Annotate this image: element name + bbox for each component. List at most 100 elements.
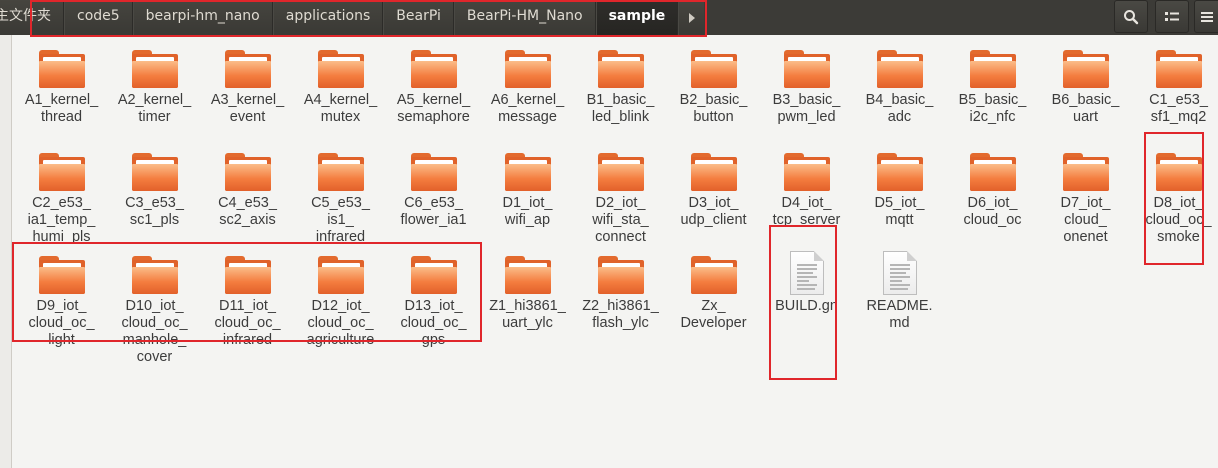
folder-item[interactable]: B5_basic_ i2c_nfc <box>946 35 1039 126</box>
breadcrumb-item[interactable]: bearpi-hm_nano <box>132 0 273 35</box>
folder-icon <box>225 256 271 294</box>
item-label: D8_iot_ cloud_oc_ smoke <box>1145 195 1212 245</box>
file-item[interactable]: README. md <box>853 241 946 332</box>
folder-icon <box>225 153 271 191</box>
item-label: D5_iot_ mqtt <box>874 195 925 228</box>
breadcrumb-item[interactable]: sample <box>595 0 679 35</box>
item-label: D2_iot_ wifi_sta_ connect <box>592 195 649 245</box>
folder-icon <box>318 50 364 88</box>
folder-item[interactable]: D10_iot_ cloud_oc_ manhole_ cover <box>108 241 201 366</box>
folder-icon <box>691 50 737 88</box>
folder-icon <box>598 256 644 294</box>
folder-item[interactable]: A1_kernel_ thread <box>15 35 108 126</box>
folder-item[interactable]: C3_e53_ sc1_pls <box>108 138 201 229</box>
breadcrumb-item[interactable]: BearPi <box>383 0 454 35</box>
folder-icon <box>598 50 644 88</box>
folder-item[interactable]: D2_iot_ wifi_sta_ connect <box>574 138 667 246</box>
folder-item[interactable]: C1_e53_ sf1_mq2 <box>1132 35 1218 126</box>
search-icon <box>1124 9 1139 24</box>
breadcrumb-item[interactable]: 主文件夹 <box>0 0 64 35</box>
item-label: Z1_hi3861_ uart_ylc <box>489 298 566 331</box>
item-label: Zx_ Developer <box>680 298 747 331</box>
folder-icon <box>877 50 923 88</box>
chevron-right-icon <box>688 12 695 23</box>
folder-icon <box>970 50 1016 88</box>
item-label: B6_basic_ uart <box>1051 92 1120 125</box>
item-label: A2_kernel_ timer <box>117 92 192 125</box>
folder-item[interactable]: D7_iot_ cloud_ onenet <box>1039 138 1132 246</box>
item-label: D11_iot_ cloud_oc_ infrared <box>214 298 281 348</box>
item-label: C5_e53_ is1_ infrared <box>311 195 370 245</box>
folder-icon <box>1156 50 1202 88</box>
folder-item[interactable]: A3_kernel_ event <box>201 35 294 126</box>
item-label: C6_e53_ flower_ia1 <box>400 195 467 228</box>
folder-item[interactable]: D5_iot_ mqtt <box>853 138 946 229</box>
folder-item[interactable]: B6_basic_ uart <box>1039 35 1132 126</box>
folder-item[interactable]: A4_kernel_ mutex <box>294 35 387 126</box>
item-label: A4_kernel_ mutex <box>303 92 378 125</box>
folder-item[interactable]: D13_iot_ cloud_oc_ gps <box>387 241 480 349</box>
breadcrumb-item[interactable]: code5 <box>64 0 133 35</box>
item-label: D10_iot_ cloud_oc_ manhole_ cover <box>121 298 188 365</box>
folder-item[interactable]: D4_iot_ tcp_server <box>760 138 853 229</box>
folder-item[interactable]: D12_iot_ cloud_oc_ agriculture <box>294 241 387 349</box>
folder-item[interactable]: D3_iot_ udp_client <box>667 138 760 229</box>
folder-item[interactable]: A2_kernel_ timer <box>108 35 201 126</box>
folder-item[interactable]: A6_kernel_ message <box>481 35 574 126</box>
folder-item[interactable]: B1_basic_ led_blink <box>574 35 667 126</box>
item-label: D3_iot_ udp_client <box>680 195 747 228</box>
folder-item[interactable]: D8_iot_ cloud_oc_ smoke <box>1132 138 1218 246</box>
folder-item[interactable]: D11_iot_ cloud_oc_ infrared <box>201 241 294 349</box>
folder-item[interactable]: D9_iot_ cloud_oc_ light <box>15 241 108 349</box>
menu-icon <box>1201 11 1213 22</box>
folder-item[interactable]: Z1_hi3861_ uart_ylc <box>481 241 574 332</box>
search-button[interactable] <box>1114 0 1148 33</box>
file-item[interactable]: BUILD.gn <box>760 241 853 315</box>
folder-item[interactable]: D6_iot_ cloud_oc <box>946 138 1039 229</box>
breadcrumb-item[interactable]: applications <box>272 0 384 35</box>
item-label: D7_iot_ cloud_ onenet <box>1060 195 1111 245</box>
item-label: C3_e53_ sc1_pls <box>125 195 184 228</box>
file-grid: A1_kernel_ thread A2_kernel_ timer A3_kern… <box>15 35 1218 468</box>
folder-item[interactable]: C6_e53_ flower_ia1 <box>387 138 480 229</box>
item-label: BUILD.gn <box>775 298 838 314</box>
item-label: C1_e53_ sf1_mq2 <box>1149 92 1208 125</box>
folder-item[interactable]: A5_kernel_ semaphore <box>387 35 480 126</box>
item-label: D9_iot_ cloud_oc_ light <box>28 298 95 348</box>
item-label: B3_basic_ pwm_led <box>772 92 841 125</box>
breadcrumb: 主文件夹 code5 bearpi-hm_nano applications BearP… <box>0 0 705 35</box>
folder-icon <box>505 50 551 88</box>
item-label: D4_iot_ tcp_server <box>772 195 841 228</box>
folder-item[interactable]: D1_iot_ wifi_ap <box>481 138 574 229</box>
item-label: A6_kernel_ message <box>490 92 565 125</box>
folder-icon <box>970 153 1016 191</box>
menu-button[interactable] <box>1194 0 1218 33</box>
folder-icon <box>1063 50 1109 88</box>
folder-icon <box>1063 153 1109 191</box>
folder-item[interactable]: Z2_hi3861_ flash_ylc <box>574 241 667 332</box>
folder-item[interactable]: C2_e53_ ia1_temp_ humi_pls <box>15 138 108 246</box>
path-toolbar: 主文件夹 code5 bearpi-hm_nano applications BearP… <box>0 0 1218 37</box>
folder-item[interactable]: B2_basic_ button <box>667 35 760 126</box>
folder-icon <box>784 153 830 191</box>
item-label: B1_basic_ led_blink <box>586 92 655 125</box>
view-toggle-button[interactable] <box>1155 0 1189 33</box>
folder-item[interactable]: B3_basic_ pwm_led <box>760 35 853 126</box>
breadcrumb-next-button[interactable] <box>678 0 705 35</box>
folder-item[interactable]: Zx_ Developer <box>667 241 760 332</box>
folder-icon <box>132 256 178 294</box>
folder-icon <box>39 256 85 294</box>
folder-icon <box>877 153 923 191</box>
folder-icon <box>318 256 364 294</box>
folder-icon <box>411 256 457 294</box>
folder-item[interactable]: B4_basic_ adc <box>853 35 946 126</box>
item-label: A5_kernel_ semaphore <box>396 92 471 125</box>
folder-item[interactable]: C5_e53_ is1_ infrared <box>294 138 387 246</box>
folder-icon <box>39 50 85 88</box>
breadcrumb-item[interactable]: BearPi-HM_Nano <box>453 0 596 35</box>
item-label: D6_iot_ cloud_oc <box>963 195 1022 228</box>
text-file-icon <box>883 251 917 295</box>
folder-item[interactable]: C4_e53_ sc2_axis <box>201 138 294 229</box>
item-label: A3_kernel_ event <box>210 92 285 125</box>
item-label: B5_basic_ i2c_nfc <box>958 92 1027 125</box>
